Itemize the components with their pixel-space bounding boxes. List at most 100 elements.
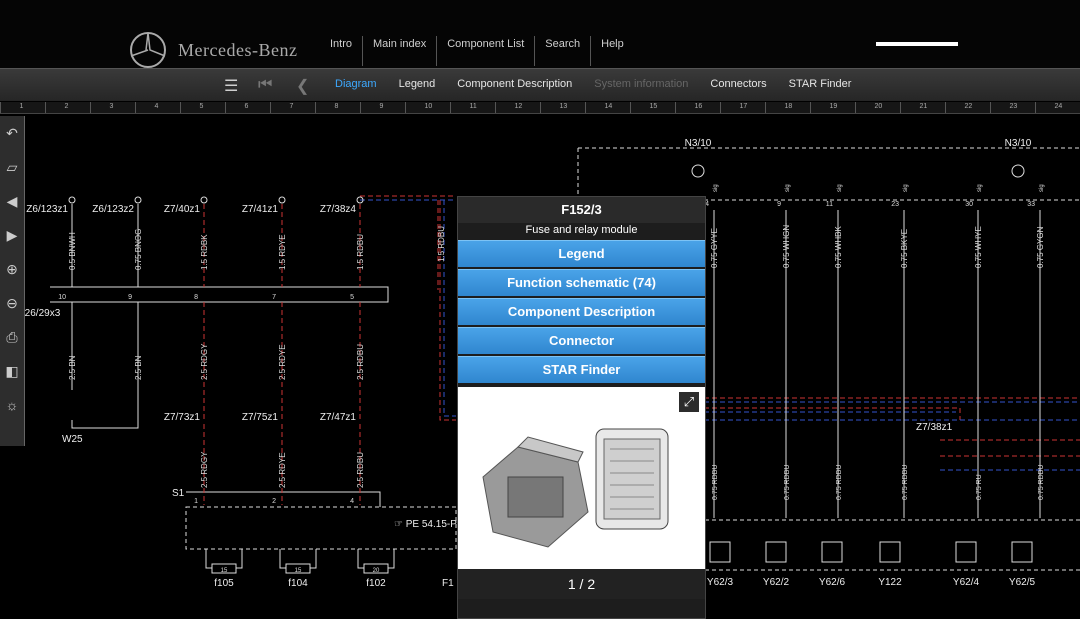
popup-subtitle: Fuse and relay module (525, 224, 638, 236)
popup-connector-button[interactable]: Connector (458, 327, 705, 354)
ruler-tick (990, 102, 991, 113)
connector-label: Z7/73z1 (164, 412, 201, 423)
ruler-tick (225, 102, 226, 113)
wire-spec: 1.5 RDBU (437, 226, 446, 262)
ruler-number: 24 (1054, 103, 1063, 110)
ruler-number: 8 (334, 103, 339, 110)
fuse-rating: 20 (373, 568, 380, 574)
ruler-number: 23 (1009, 103, 1018, 110)
wire-spec: 2.5 RDYE (278, 344, 287, 380)
user-indicator-bar (876, 42, 958, 46)
connector-pin (200, 196, 208, 204)
image-page-indicator[interactable]: 1 / 2 (458, 569, 705, 599)
ruler-number: 19 (829, 103, 838, 110)
valve-symbol (765, 541, 787, 563)
forward-icon[interactable]: ▶ (0, 218, 24, 252)
tab-connectors[interactable]: Connectors (699, 78, 777, 90)
switch-pin-number: 1 (194, 498, 198, 505)
reference-label: ☞ PE 54.15-P (394, 519, 457, 530)
ruler-number: 13 (559, 103, 568, 110)
nav-component-list[interactable]: Component List (437, 36, 536, 66)
ruler-number: 4 (154, 103, 159, 110)
ruler-tick (360, 102, 361, 113)
switch-pin-number: 4 (350, 498, 354, 505)
nav-help[interactable]: Help (591, 36, 634, 66)
popup-function-schematic-button[interactable]: Function schematic (74) (458, 269, 705, 296)
fuse-wire (357, 549, 395, 569)
wire-spec: 0.75 RDBU (1038, 465, 1045, 500)
ruler-tick (405, 102, 406, 113)
connector-label: Z6/123z2 (92, 204, 134, 215)
zoom-in-icon[interactable]: ⊕ (0, 252, 24, 286)
fit-icon[interactable]: ▱ (0, 150, 24, 184)
valve-symbol (821, 541, 843, 563)
previous-icon[interactable]: ❮ (296, 76, 309, 96)
ruler-tick (945, 102, 946, 113)
wire-spec: 0.75 GYYE (710, 228, 719, 268)
valve-symbol (879, 541, 901, 563)
ruler-tick (45, 102, 46, 113)
wire-spec: 2.5 RDGY (200, 451, 209, 488)
wire-spec: 0.75 WHBK (834, 226, 843, 268)
pin-signal-label: sig (713, 184, 719, 192)
tab-star-finder[interactable]: STAR Finder (778, 78, 863, 90)
split-view-icon[interactable]: ◧ (0, 354, 24, 388)
ruler-number: 21 (919, 103, 928, 110)
expand-icon[interactable]: ⤢ (679, 392, 699, 412)
popup-star-finder-button[interactable]: STAR Finder (458, 356, 705, 383)
ruler-tick (315, 102, 316, 113)
component-label: Y62/2 (763, 577, 790, 588)
ruler-tick (495, 102, 496, 113)
popup-component-description-button[interactable]: Component Description (458, 298, 705, 325)
component-label: S1 (172, 488, 185, 499)
grid-ruler: 1 2 3 4 5 6 7 8 9 10 11 12 13 14 15 16 17 18 19 20 21 22 23 24 (0, 102, 1080, 114)
popup-title: F152/3 (458, 197, 705, 223)
tab-legend[interactable]: Legend (388, 78, 447, 90)
wire-spec: 2.5 RDGY (200, 343, 209, 380)
nav-main-index[interactable]: Main index (363, 36, 438, 66)
ruler-tick (135, 102, 136, 113)
component-label: Y62/5 (1009, 577, 1036, 588)
tab-diagram[interactable]: Diagram (324, 78, 388, 90)
tab-component-description[interactable]: Component Description (446, 78, 583, 90)
wire-spec: 0.75 RDBU (712, 465, 719, 500)
fuse-rating: 15 (295, 568, 302, 574)
ruler-tick (900, 102, 901, 113)
nav-search[interactable]: Search (535, 36, 592, 66)
print-icon[interactable]: ⎙ (0, 320, 24, 354)
popup-legend-button[interactable]: Legend (458, 240, 705, 267)
back-icon[interactable]: ◀ (0, 184, 24, 218)
top-navigation: Intro Main index Component List Search H… (320, 36, 634, 66)
wire-spec: 0.75 BNOG (134, 229, 143, 270)
zoom-out-icon[interactable]: ⊖ (0, 286, 24, 320)
pin-signal-label: sig (785, 184, 791, 192)
fuse-wire (279, 549, 317, 569)
ruler-number: 20 (874, 103, 883, 110)
bar-pin-number: 9 (128, 294, 132, 301)
first-page-icon[interactable]: ⏮ (258, 76, 272, 94)
ruler-number: 22 (964, 103, 973, 110)
mercedes-star-logo (130, 32, 166, 68)
settings-icon[interactable]: ☼ (0, 388, 24, 422)
ruler-tick (450, 102, 451, 113)
pin-signal-label: sig (837, 184, 843, 192)
ruler-tick (585, 102, 586, 113)
nav-intro[interactable]: Intro (320, 36, 364, 66)
ruler-number: 14 (604, 103, 613, 110)
bar-pin-number: 7 (272, 294, 276, 301)
component-label: Y62/4 (953, 577, 980, 588)
menu-icon[interactable]: ☰ (224, 76, 238, 96)
wire-spec: 1.5 RDBK (200, 234, 209, 270)
bar-pin-number: 5 (350, 294, 354, 301)
ruler-tick (1035, 102, 1036, 113)
diagram-tabs: Diagram Legend Component Description Sys… (324, 78, 862, 90)
wire-spec: 0.75 GYGN (1036, 226, 1045, 268)
connector-label: Z7/47z1 (320, 412, 357, 423)
module-pin-number: 33 (1027, 201, 1035, 208)
ruler-number: 2 (64, 103, 69, 110)
undo-icon[interactable]: ↶ (0, 116, 24, 150)
component-label: Y122 (878, 577, 902, 588)
ruler-number: 15 (649, 103, 658, 110)
wire-spec: 0.75 WHGN (782, 225, 791, 268)
component-popup: F152/3 Fuse and relay module Legend Func… (457, 196, 706, 619)
